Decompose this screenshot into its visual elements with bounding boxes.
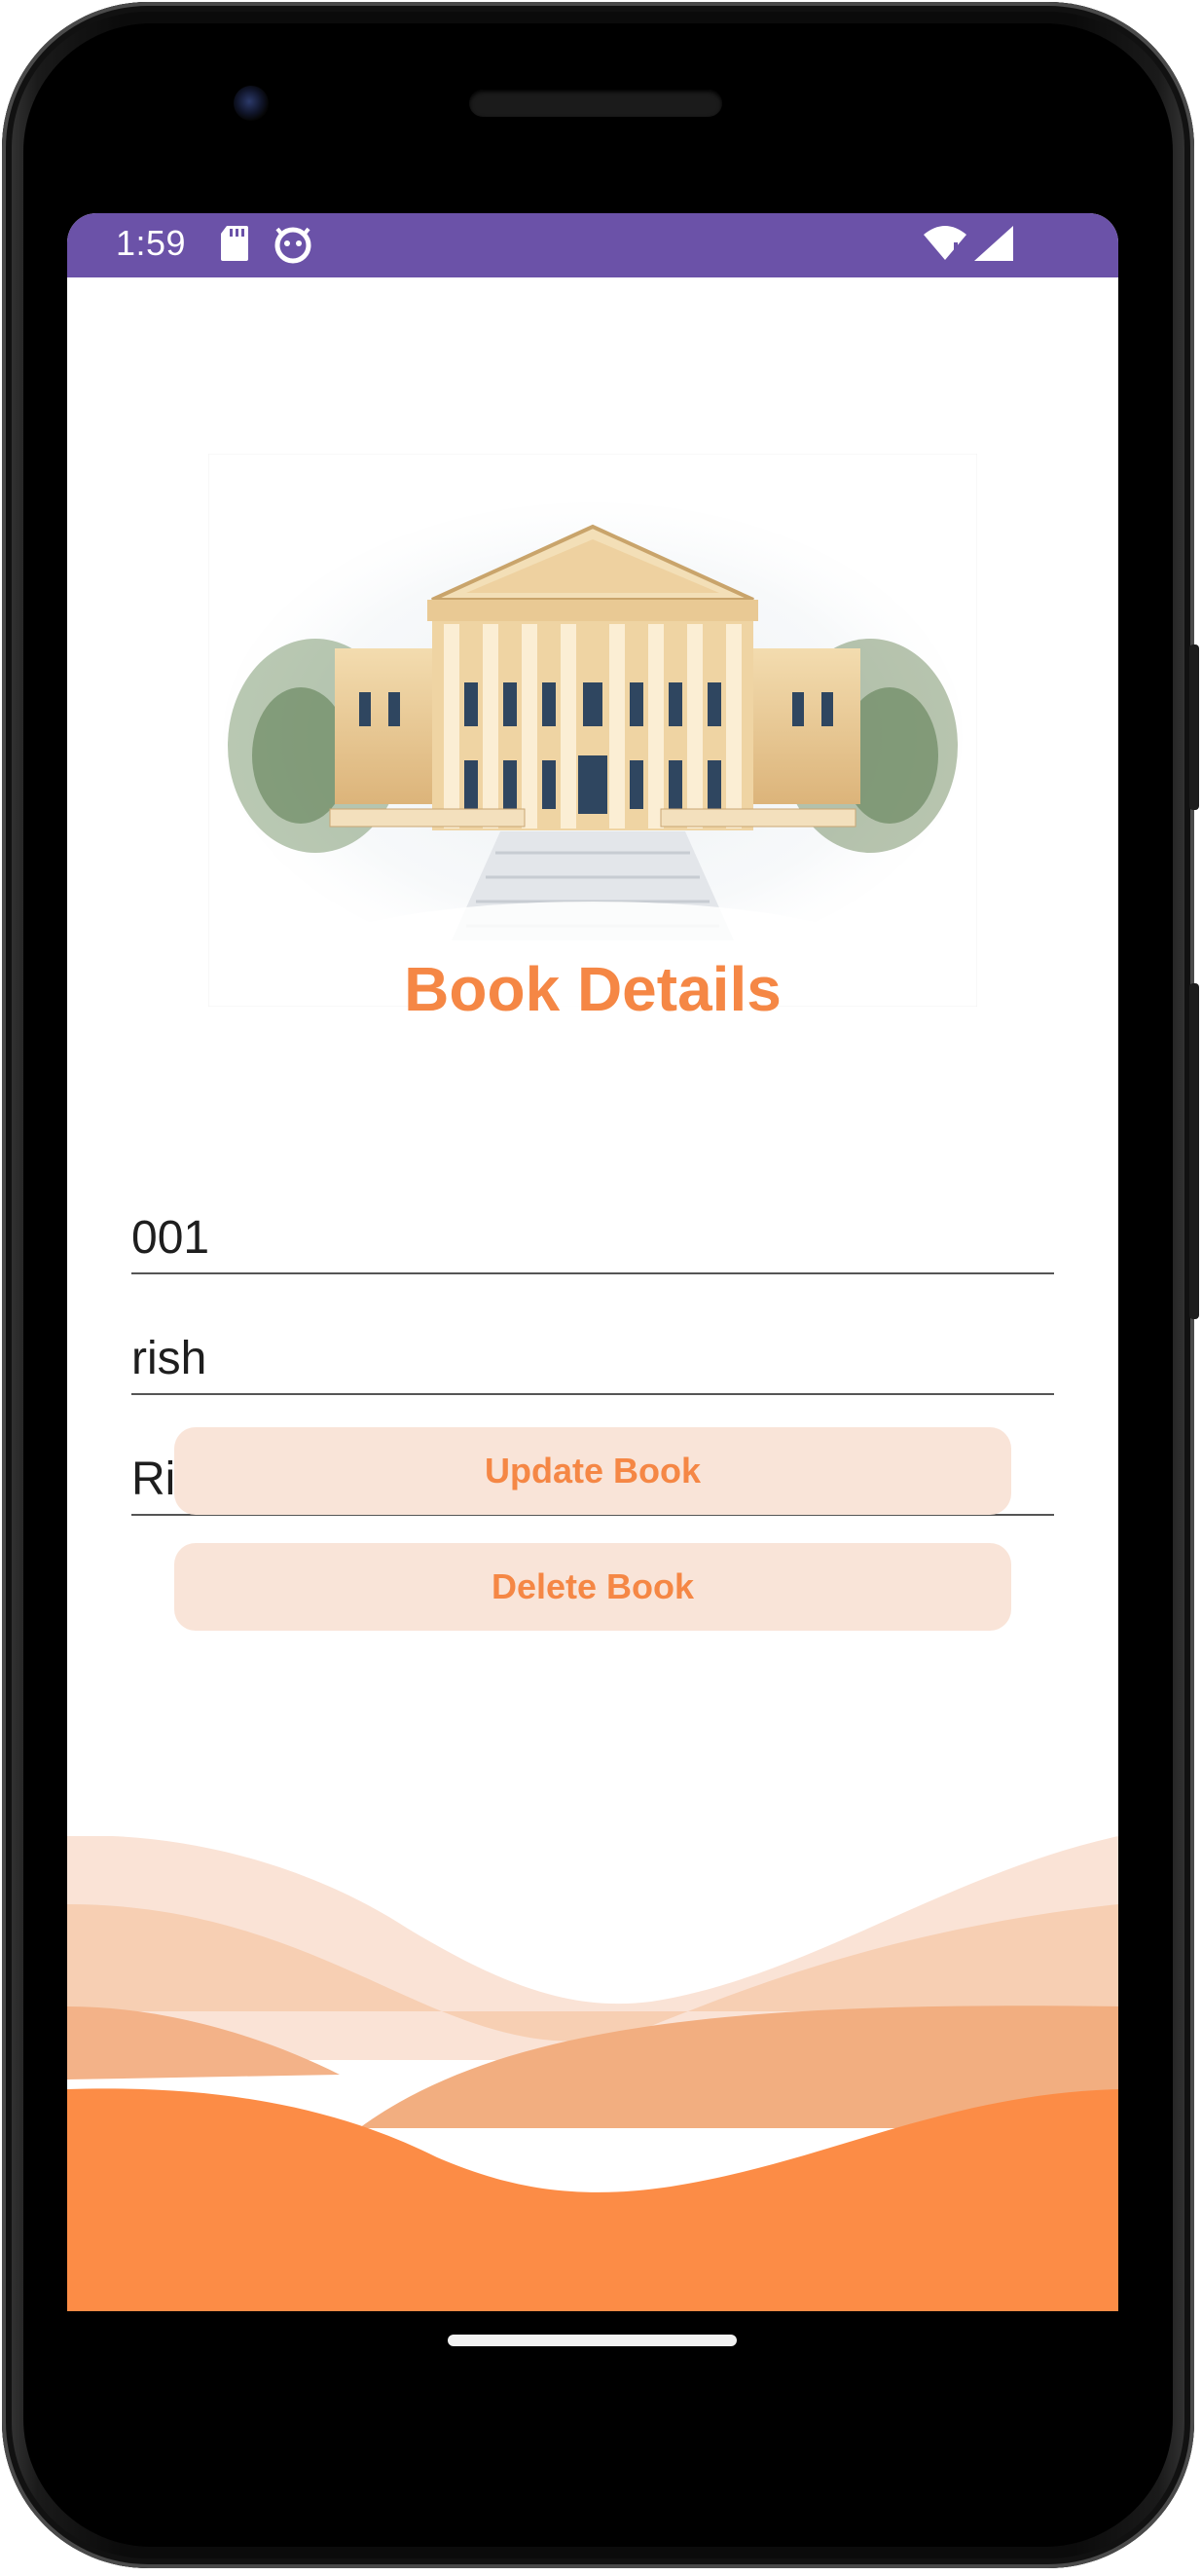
sd-card-icon [221, 226, 248, 266]
decorative-waves [67, 1836, 1118, 2311]
delete-book-button[interactable]: Delete Book [174, 1543, 1011, 1631]
signal-icon [974, 226, 1013, 268]
power-button [1189, 644, 1199, 810]
front-camera [234, 86, 269, 121]
page-title: Book Details [404, 954, 782, 1024]
book-id-field[interactable] [131, 1195, 1054, 1274]
update-book-button[interactable]: Update Book [174, 1427, 1011, 1515]
app-screen: 1:59 Book Details 001 rish Risnvbbnb Upd… [67, 213, 1118, 2311]
status-bar: 1:59 [67, 213, 1118, 277]
volume-button [1189, 983, 1199, 1319]
wifi-icon [924, 225, 966, 267]
book-id-input[interactable] [131, 1211, 1054, 1265]
courthouse-illustration [208, 454, 977, 1007]
status-time: 1:59 [116, 223, 187, 263]
book-name-input[interactable] [131, 1332, 1054, 1385]
home-indicator[interactable] [448, 2335, 737, 2346]
earpiece-speaker [469, 90, 722, 117]
book-name-field[interactable] [131, 1315, 1054, 1395]
bug-icon [273, 226, 312, 270]
